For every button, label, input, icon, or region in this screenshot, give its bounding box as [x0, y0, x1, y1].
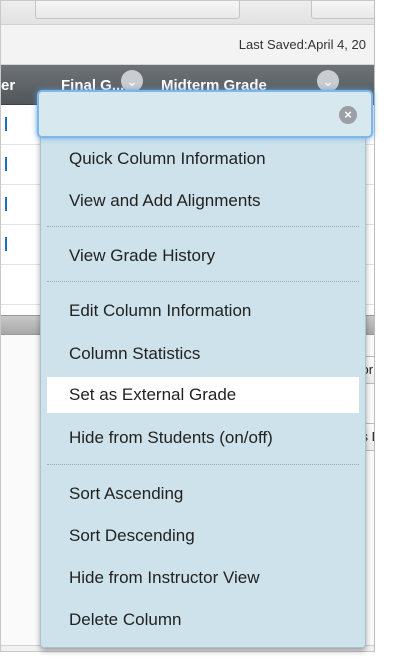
menu-item-sort-ascending[interactable]: Sort Ascending — [47, 476, 359, 512]
toolbar-button-right[interactable] — [311, 1, 374, 19]
toolbar-button-left[interactable] — [35, 1, 240, 19]
cell-marker — [5, 237, 13, 251]
column-context-menu: × Quick Column Information View and Add … — [37, 90, 373, 648]
menu-item-edit-column-information[interactable]: Edit Column Information — [47, 293, 359, 329]
close-icon[interactable]: × — [339, 106, 357, 124]
menu-item-quick-column-information[interactable]: Quick Column Information — [47, 141, 359, 177]
column-header-partial[interactable]: er — [1, 77, 15, 94]
menu-separator — [47, 281, 359, 282]
menu-item-delete-column[interactable]: Delete Column — [47, 602, 359, 638]
menu-item-sort-descending[interactable]: Sort Descending — [47, 518, 359, 554]
cell-marker — [5, 197, 13, 211]
menu-item-set-as-external-grade[interactable]: Set as External Grade — [47, 377, 359, 413]
menu-item-hide-from-students[interactable]: Hide from Students (on/off) — [47, 420, 359, 456]
menu-focus-field[interactable]: × — [37, 90, 373, 138]
menu-item-hide-from-instructor-view[interactable]: Hide from Instructor View — [47, 560, 359, 596]
chevron-down-icon[interactable]: ⌄ — [317, 70, 339, 92]
status-bar: Last Saved:April 4, 20 — [1, 25, 374, 65]
last-saved-text: Last Saved:April 4, 20 — [238, 37, 366, 52]
menu-item-column-statistics[interactable]: Column Statistics — [47, 336, 359, 372]
cell-marker — [5, 117, 13, 131]
cell-marker — [5, 157, 13, 171]
menu-item-view-grade-history[interactable]: View Grade History — [47, 238, 359, 274]
menu-separator — [47, 226, 359, 227]
chevron-down-icon[interactable]: ⌄ — [121, 70, 143, 92]
menu-separator — [47, 464, 359, 465]
menu-item-view-and-add-alignments[interactable]: View and Add Alignments — [47, 183, 359, 219]
top-toolbar — [1, 1, 374, 25]
